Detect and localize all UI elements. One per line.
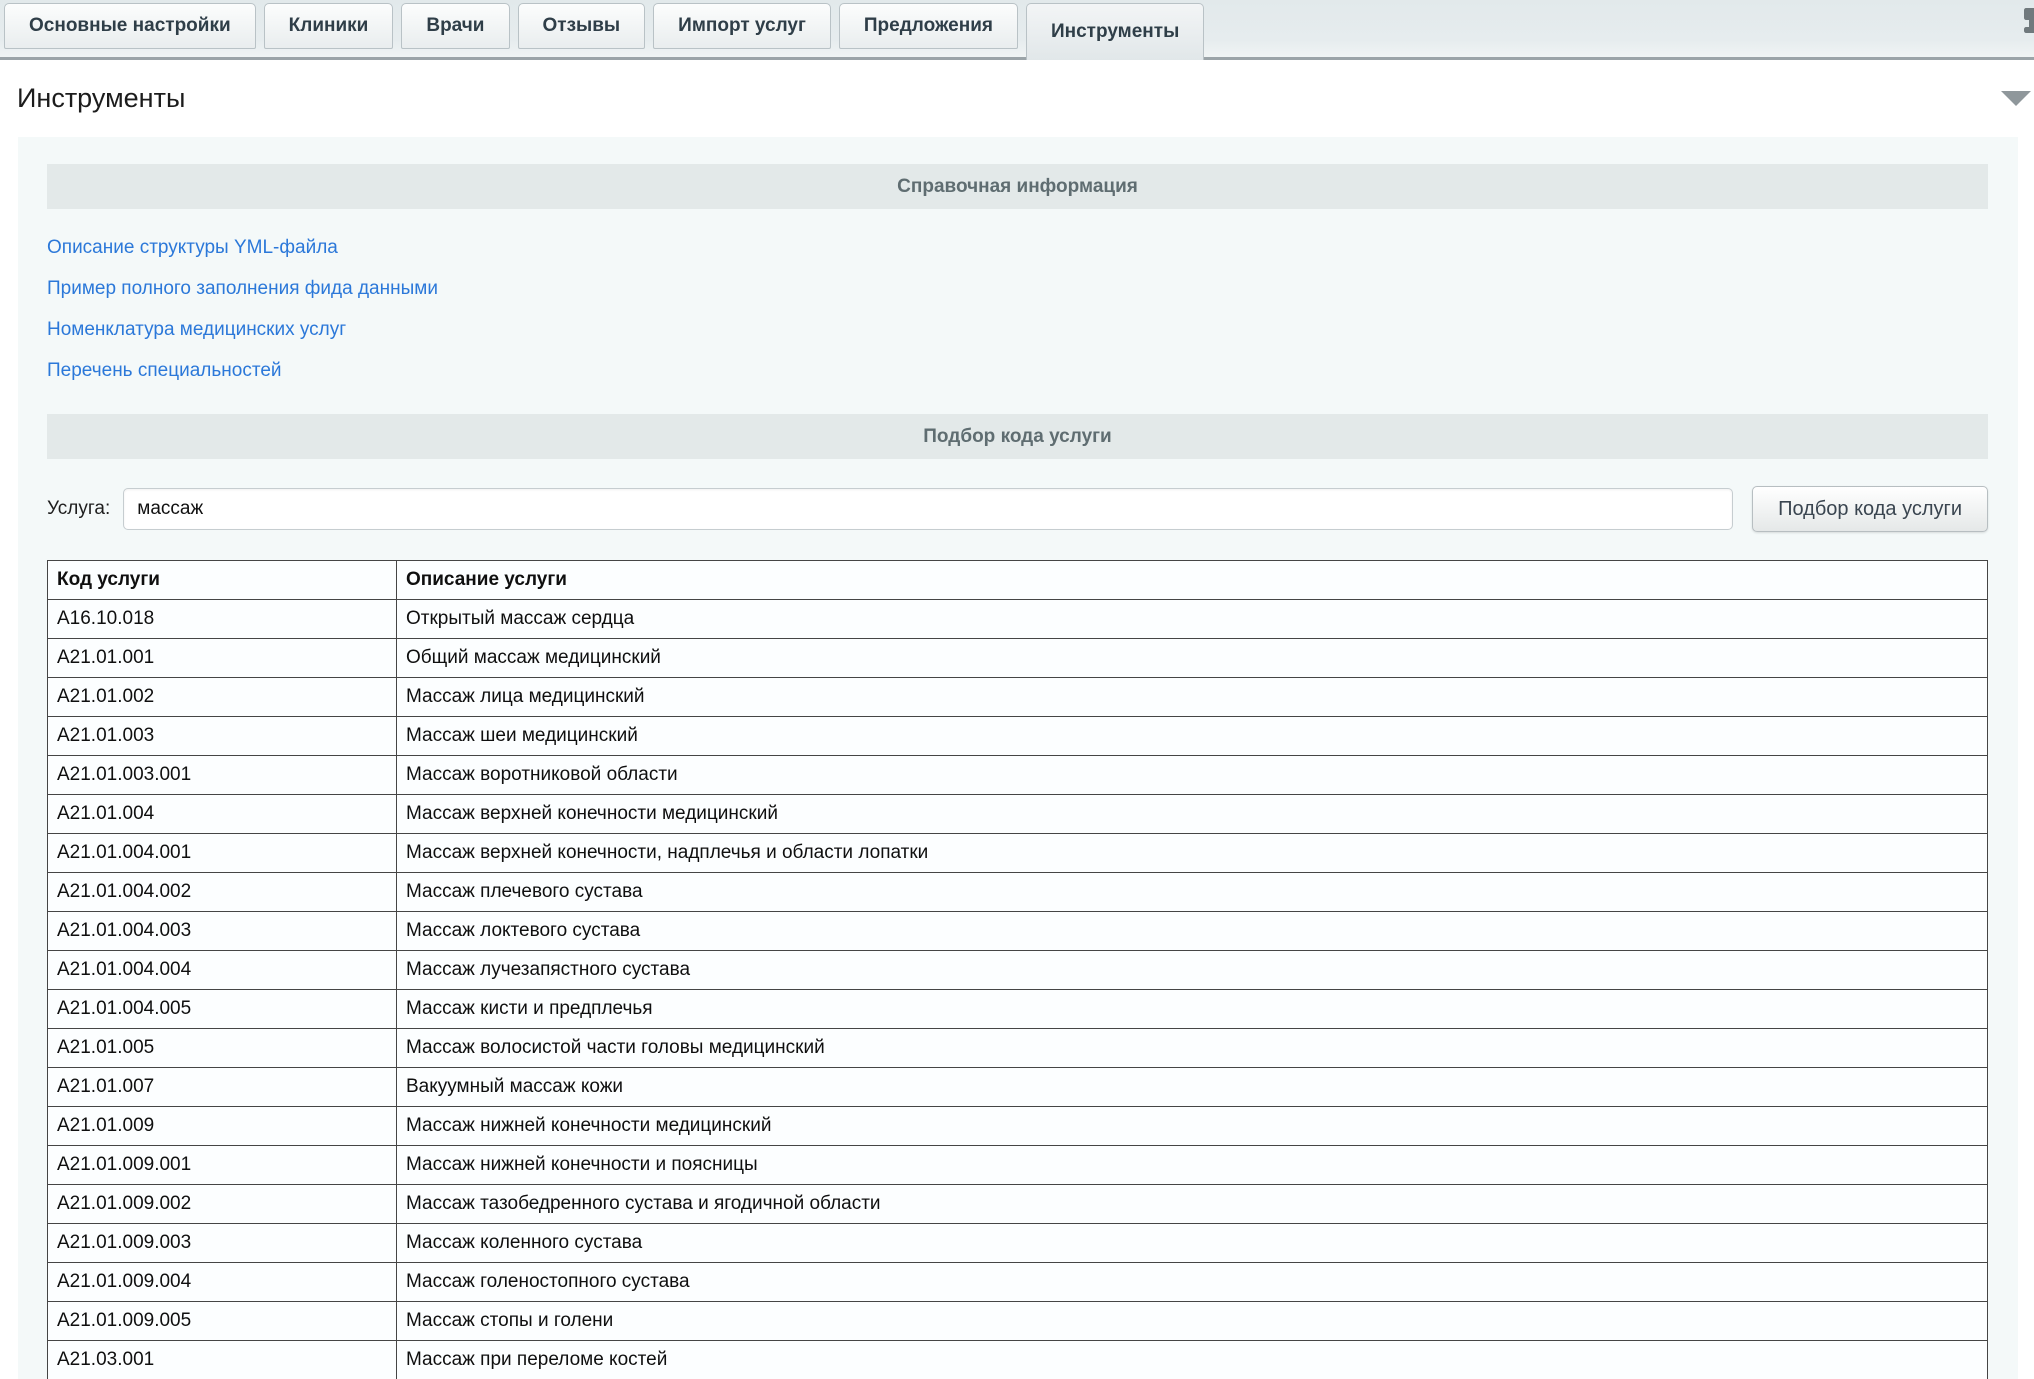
table-cell: A21.01.004.004 (48, 951, 397, 990)
table-cell: Массаж шеи медицинский (397, 717, 1988, 756)
table-cell: A16.10.018 (48, 600, 397, 639)
reference-link[interactable]: Перечень специальностей (47, 358, 282, 384)
table-cell: Массаж коленного сустава (397, 1224, 1988, 1263)
table-row: A21.01.009.001Массаж нижней конечности и… (48, 1146, 1988, 1185)
table-row: A21.01.004.003Массаж локтевого сустава (48, 912, 1988, 951)
table-row: A21.01.003Массаж шеи медицинский (48, 717, 1988, 756)
table-cell: A21.01.009 (48, 1107, 397, 1146)
service-label: Услуга: (47, 498, 110, 520)
title-bar: Инструменты (0, 60, 2034, 137)
table-cell: Массаж при переломе костей (397, 1341, 1988, 1379)
table-row: A21.01.001Общий массаж медицинский (48, 639, 1988, 678)
table-cell: Вакуумный массаж кожи (397, 1068, 1988, 1107)
table-cell: Массаж верхней конечности, надплечья и о… (397, 834, 1988, 873)
table-row: A21.01.009Массаж нижней конечности медиц… (48, 1107, 1988, 1146)
table-cell: Массаж нижней конечности и поясницы (397, 1146, 1988, 1185)
lookup-submit-button[interactable]: Подбор кода услуги (1752, 486, 1988, 532)
content-panel: Справочная информация Описание структуры… (18, 137, 2018, 1379)
tab-offers[interactable]: Предложения (839, 3, 1018, 49)
table-cell: Открытый массаж сердца (397, 600, 1988, 639)
column-header-description: Описание услуги (397, 561, 1988, 600)
page-title: Инструменты (17, 83, 2001, 114)
table-cell: A21.01.004.001 (48, 834, 397, 873)
table-cell: A21.01.004.003 (48, 912, 397, 951)
table-cell: A21.01.004.002 (48, 873, 397, 912)
table-cell: A21.03.001 (48, 1341, 397, 1379)
table-row: A21.01.004Массаж верхней конечности меди… (48, 795, 1988, 834)
table-row: A21.01.009.003Массаж коленного сустава (48, 1224, 1988, 1263)
table-cell: A21.01.007 (48, 1068, 397, 1107)
table-cell: A21.01.004.005 (48, 990, 397, 1029)
table-row: A21.01.009.002Массаж тазобедренного суст… (48, 1185, 1988, 1224)
chevron-down-icon[interactable] (2001, 91, 2031, 106)
section-header-reference: Справочная информация (47, 164, 1988, 209)
table-row: A21.01.002Массаж лица медицинский (48, 678, 1988, 717)
table-row: A21.01.003.001Массаж воротниковой област… (48, 756, 1988, 795)
table-row: A21.01.005Массаж волосистой части головы… (48, 1029, 1988, 1068)
table-row: A21.01.007Вакуумный массаж кожи (48, 1068, 1988, 1107)
table-cell: Массаж стопы и голени (397, 1302, 1988, 1341)
service-input[interactable] (123, 488, 1733, 530)
pushpin-icon (2021, 7, 2034, 54)
table-header-row: Код услуги Описание услуги (48, 561, 1988, 600)
tab-main-settings[interactable]: Основные настройки (4, 3, 256, 49)
table-row: A16.10.018Открытый массаж сердца (48, 600, 1988, 639)
table-cell: Массаж тазобедренного сустава и ягодично… (397, 1185, 1988, 1224)
table-cell: A21.01.004 (48, 795, 397, 834)
table-cell: Массаж нижней конечности медицинский (397, 1107, 1988, 1146)
tab-doctors[interactable]: Врачи (401, 3, 509, 49)
table-cell: A21.01.009.005 (48, 1302, 397, 1341)
table-cell: A21.01.002 (48, 678, 397, 717)
table-row: A21.01.004.001Массаж верхней конечности,… (48, 834, 1988, 873)
table-row: A21.01.004.005Массаж кисти и предплечья (48, 990, 1988, 1029)
table-cell: Массаж кисти и предплечья (397, 990, 1988, 1029)
table-cell: A21.01.009.001 (48, 1146, 397, 1185)
table-cell: Массаж волосистой части головы медицинск… (397, 1029, 1988, 1068)
tab-bar: Основные настройкиКлиникиВрачиОтзывыИмпо… (0, 0, 2034, 60)
table-row: A21.01.009.005Массаж стопы и голени (48, 1302, 1988, 1341)
table-cell: Массаж плечевого сустава (397, 873, 1988, 912)
table-cell: A21.01.001 (48, 639, 397, 678)
table-cell: Массаж лица медицинский (397, 678, 1988, 717)
tab-import-services[interactable]: Импорт услуг (653, 3, 831, 49)
table-cell: Массаж воротниковой области (397, 756, 1988, 795)
table-cell: A21.01.003.001 (48, 756, 397, 795)
table-cell: Массаж верхней конечности медицинский (397, 795, 1988, 834)
table-cell: A21.01.009.002 (48, 1185, 397, 1224)
table-row: A21.01.004.004Массаж лучезапястного суст… (48, 951, 1988, 990)
table-row: A21.01.009.004Массаж голеностопного суст… (48, 1263, 1988, 1302)
lookup-form: Услуга: Подбор кода услуги (47, 486, 1988, 532)
table-cell: A21.01.009.004 (48, 1263, 397, 1302)
service-codes-table: Код услуги Описание услуги A16.10.018Отк… (47, 560, 1988, 1379)
table-cell: Общий массаж медицинский (397, 639, 1988, 678)
table-cell: A21.01.009.003 (48, 1224, 397, 1263)
tab-reviews[interactable]: Отзывы (518, 3, 646, 49)
table-cell: A21.01.005 (48, 1029, 397, 1068)
table-cell: Массаж локтевого сустава (397, 912, 1988, 951)
table-row: A21.03.001Массаж при переломе костей (48, 1341, 1988, 1379)
table-cell: Массаж голеностопного сустава (397, 1263, 1988, 1302)
tab-clinics[interactable]: Клиники (264, 3, 394, 49)
table-cell: A21.01.003 (48, 717, 397, 756)
reference-link[interactable]: Пример полного заполнения фида данными (47, 276, 438, 302)
column-header-code: Код услуги (48, 561, 397, 600)
reference-link[interactable]: Номенклатура медицинских услуг (47, 317, 346, 343)
section-header-code-lookup: Подбор кода услуги (47, 414, 1988, 459)
tab-tools[interactable]: Инструменты (1026, 3, 1204, 60)
reference-links: Описание структуры YML-файла Пример полно… (47, 209, 1988, 414)
table-cell: Массаж лучезапястного сустава (397, 951, 1988, 990)
reference-link[interactable]: Описание структуры YML-файла (47, 235, 338, 261)
table-row: A21.01.004.002Массаж плечевого сустава (48, 873, 1988, 912)
